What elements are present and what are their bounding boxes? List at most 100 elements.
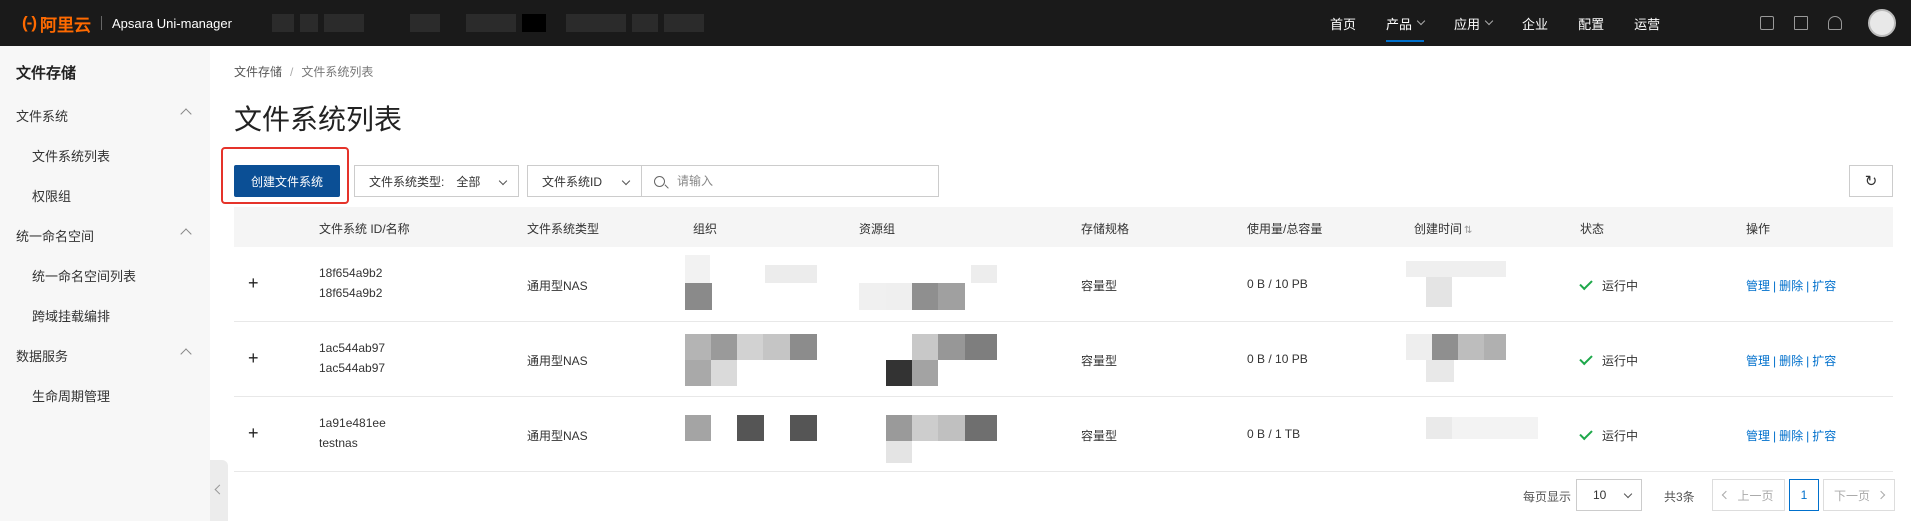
column-header: 组织 bbox=[693, 222, 718, 236]
create-file-system-button[interactable]: 创建文件系统 bbox=[234, 165, 340, 197]
sidebar-item-file-system-list[interactable]: 文件系统列表 bbox=[32, 146, 110, 165]
redacted-organization bbox=[685, 334, 817, 386]
usage-capacity: 0 B / 10 PB bbox=[1247, 277, 1308, 291]
status-text: 运行中 bbox=[1602, 429, 1639, 443]
nav-products[interactable]: 产品 bbox=[1386, 0, 1426, 46]
column-header: 资源组 bbox=[859, 222, 896, 236]
file-system-type-filter[interactable]: 文件系统类型: 全部 bbox=[354, 165, 519, 197]
top-navbar: (-) 阿里云 Apsara Uni-manager 首页 产品 应用 企业 配… bbox=[0, 0, 1911, 46]
book-icon[interactable] bbox=[1794, 16, 1808, 30]
manage-link[interactable]: 管理 bbox=[1746, 354, 1770, 368]
sidebar-item-permission-group[interactable]: 权限组 bbox=[32, 186, 71, 205]
page-number-button[interactable]: 1 bbox=[1789, 479, 1819, 511]
filter-label: 文件系统类型: bbox=[369, 174, 445, 189]
row-actions: 管理 | 删除 | 扩容 bbox=[1746, 279, 1837, 293]
table-row: + 1ac544ab97 1ac544ab97 通用型NAS 容量型 0 B /… bbox=[234, 322, 1893, 397]
sidebar-item-cross-region-mount[interactable]: 跨域挂载编排 bbox=[32, 306, 110, 325]
screen-icon[interactable] bbox=[1760, 16, 1774, 30]
storage-spec: 容量型 bbox=[1081, 354, 1118, 368]
redacted-resource-group bbox=[859, 334, 997, 386]
column-header: 存储规格 bbox=[1081, 222, 1130, 236]
file-system-type: 通用型NAS bbox=[527, 354, 588, 368]
sort-icon[interactable]: ⇅ bbox=[1464, 225, 1472, 236]
sidebar-group-file-system[interactable]: 文件系统 bbox=[16, 106, 194, 125]
search-field-value: 文件系统ID bbox=[542, 174, 603, 189]
redacted-resource-group bbox=[859, 255, 997, 310]
nav-config-label: 配置 bbox=[1578, 16, 1605, 32]
file-system-name: testnas bbox=[319, 436, 358, 450]
next-page-button[interactable]: 下一页 bbox=[1823, 479, 1895, 511]
redacted-region bbox=[271, 14, 704, 32]
search-input[interactable] bbox=[677, 174, 917, 188]
page-size-select[interactable]: 10 bbox=[1576, 479, 1642, 511]
column-header: 操作 bbox=[1746, 222, 1771, 236]
status: 运行中 bbox=[1579, 276, 1639, 294]
aliyun-logo[interactable]: (-) 阿里云 Apsara Uni-manager bbox=[22, 11, 232, 36]
nav-apps[interactable]: 应用 bbox=[1454, 0, 1494, 46]
manage-link[interactable]: 管理 bbox=[1746, 279, 1770, 293]
sidebar-item-lifecycle[interactable]: 生命周期管理 bbox=[32, 386, 110, 405]
chevron-down-icon bbox=[1416, 16, 1426, 26]
redacted-created-time bbox=[1426, 417, 1538, 439]
file-system-type: 通用型NAS bbox=[527, 279, 588, 293]
expand-capacity-link[interactable]: 扩容 bbox=[1812, 429, 1836, 443]
nav-enterprise-label: 企业 bbox=[1522, 16, 1549, 32]
sidebar-group-label: 统一命名空间 bbox=[16, 229, 95, 244]
chevron-down-icon bbox=[498, 176, 508, 186]
avatar[interactable] bbox=[1868, 9, 1896, 37]
table-row: + 18f654a9b2 18f654a9b2 通用型NAS 容量型 0 B /… bbox=[234, 247, 1893, 322]
file-system-name: 1ac544ab97 bbox=[319, 361, 386, 375]
search-box bbox=[641, 165, 939, 197]
file-system-id-link[interactable]: 18f654a9b2 bbox=[319, 266, 382, 280]
nav-home[interactable]: 首页 bbox=[1330, 0, 1356, 46]
sidebar-group-data-service[interactable]: 数据服务 bbox=[16, 346, 194, 365]
redacted-created-time bbox=[1406, 261, 1506, 309]
manage-link[interactable]: 管理 bbox=[1746, 429, 1770, 443]
row-actions: 管理 | 删除 | 扩容 bbox=[1746, 429, 1837, 443]
sidebar-group-namespace[interactable]: 统一命名空间 bbox=[16, 226, 194, 245]
expand-capacity-link[interactable]: 扩容 bbox=[1812, 354, 1836, 368]
column-header: 文件系统 ID/名称 bbox=[319, 222, 410, 236]
sidebar-title: 文件存储 bbox=[16, 65, 77, 82]
search-field-select[interactable]: 文件系统ID bbox=[527, 165, 642, 197]
per-page-label: 每页显示 bbox=[1523, 490, 1572, 504]
prev-page-button[interactable]: 上一页 bbox=[1712, 479, 1785, 511]
status-text: 运行中 bbox=[1602, 279, 1639, 293]
status: 运行中 bbox=[1579, 351, 1638, 369]
check-icon bbox=[1579, 276, 1593, 291]
sidebar-item-namespace-list[interactable]: 统一命名空间列表 bbox=[32, 266, 136, 285]
delete-link[interactable]: 删除 bbox=[1779, 279, 1803, 293]
column-header-created[interactable]: 创建时间 ⇅ bbox=[1414, 220, 1472, 237]
nav-home-label: 首页 bbox=[1330, 16, 1357, 32]
chevron-down-icon bbox=[621, 176, 631, 186]
delete-link[interactable]: 删除 bbox=[1779, 429, 1803, 443]
sidebar-group-label: 文件系统 bbox=[16, 109, 69, 124]
refresh-button[interactable]: ↻ bbox=[1849, 165, 1893, 197]
nav-operations[interactable]: 运营 bbox=[1634, 0, 1660, 46]
file-system-id-link[interactable]: 1a91e481ee bbox=[319, 416, 386, 430]
expand-icon[interactable]: + bbox=[248, 424, 259, 442]
next-page-label: 下一页 bbox=[1833, 488, 1870, 503]
breadcrumb-root[interactable]: 文件存储 bbox=[234, 65, 282, 79]
search-icon bbox=[654, 175, 665, 187]
expand-icon[interactable]: + bbox=[248, 349, 259, 367]
sidebar-collapse-button[interactable] bbox=[210, 460, 228, 521]
table-row: + 1a91e481ee testnas 通用型NAS 容量型 0 B / 1 … bbox=[234, 397, 1893, 472]
nav-config[interactable]: 配置 bbox=[1578, 0, 1604, 46]
delete-link[interactable]: 删除 bbox=[1779, 354, 1803, 368]
bell-icon[interactable] bbox=[1828, 16, 1842, 30]
status: 运行中 bbox=[1579, 426, 1639, 444]
nav-enterprise[interactable]: 企业 bbox=[1522, 0, 1548, 46]
usage-capacity: 0 B / 1 TB bbox=[1247, 427, 1301, 441]
chevron-down-icon bbox=[1623, 489, 1633, 499]
prev-page-label: 上一页 bbox=[1737, 488, 1774, 503]
column-header-label: 创建时间 bbox=[1414, 222, 1463, 236]
file-system-id-link[interactable]: 1ac544ab97 bbox=[319, 341, 385, 355]
expand-icon[interactable]: + bbox=[248, 274, 259, 292]
breadcrumb-current: 文件系统列表 bbox=[301, 65, 374, 79]
expand-capacity-link[interactable]: 扩容 bbox=[1812, 279, 1836, 293]
table-header: 文件系统 ID/名称 文件系统类型 组织 资源组 存储规格 使用量/总容量 创建… bbox=[234, 207, 1893, 247]
product-name: Apsara Uni-manager bbox=[111, 15, 232, 31]
nav-operations-label: 运营 bbox=[1634, 16, 1661, 32]
column-header: 状态 bbox=[1580, 222, 1605, 236]
